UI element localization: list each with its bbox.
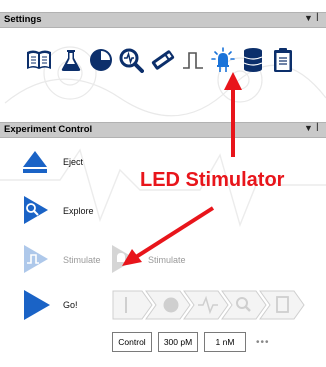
annotation-arrowhead-up: [224, 72, 242, 90]
annotation-arrow-diagonal: [134, 206, 215, 259]
annotation-label: LED Stimulator: [140, 169, 285, 191]
annotation-arrowhead-diagonal: [122, 249, 142, 266]
